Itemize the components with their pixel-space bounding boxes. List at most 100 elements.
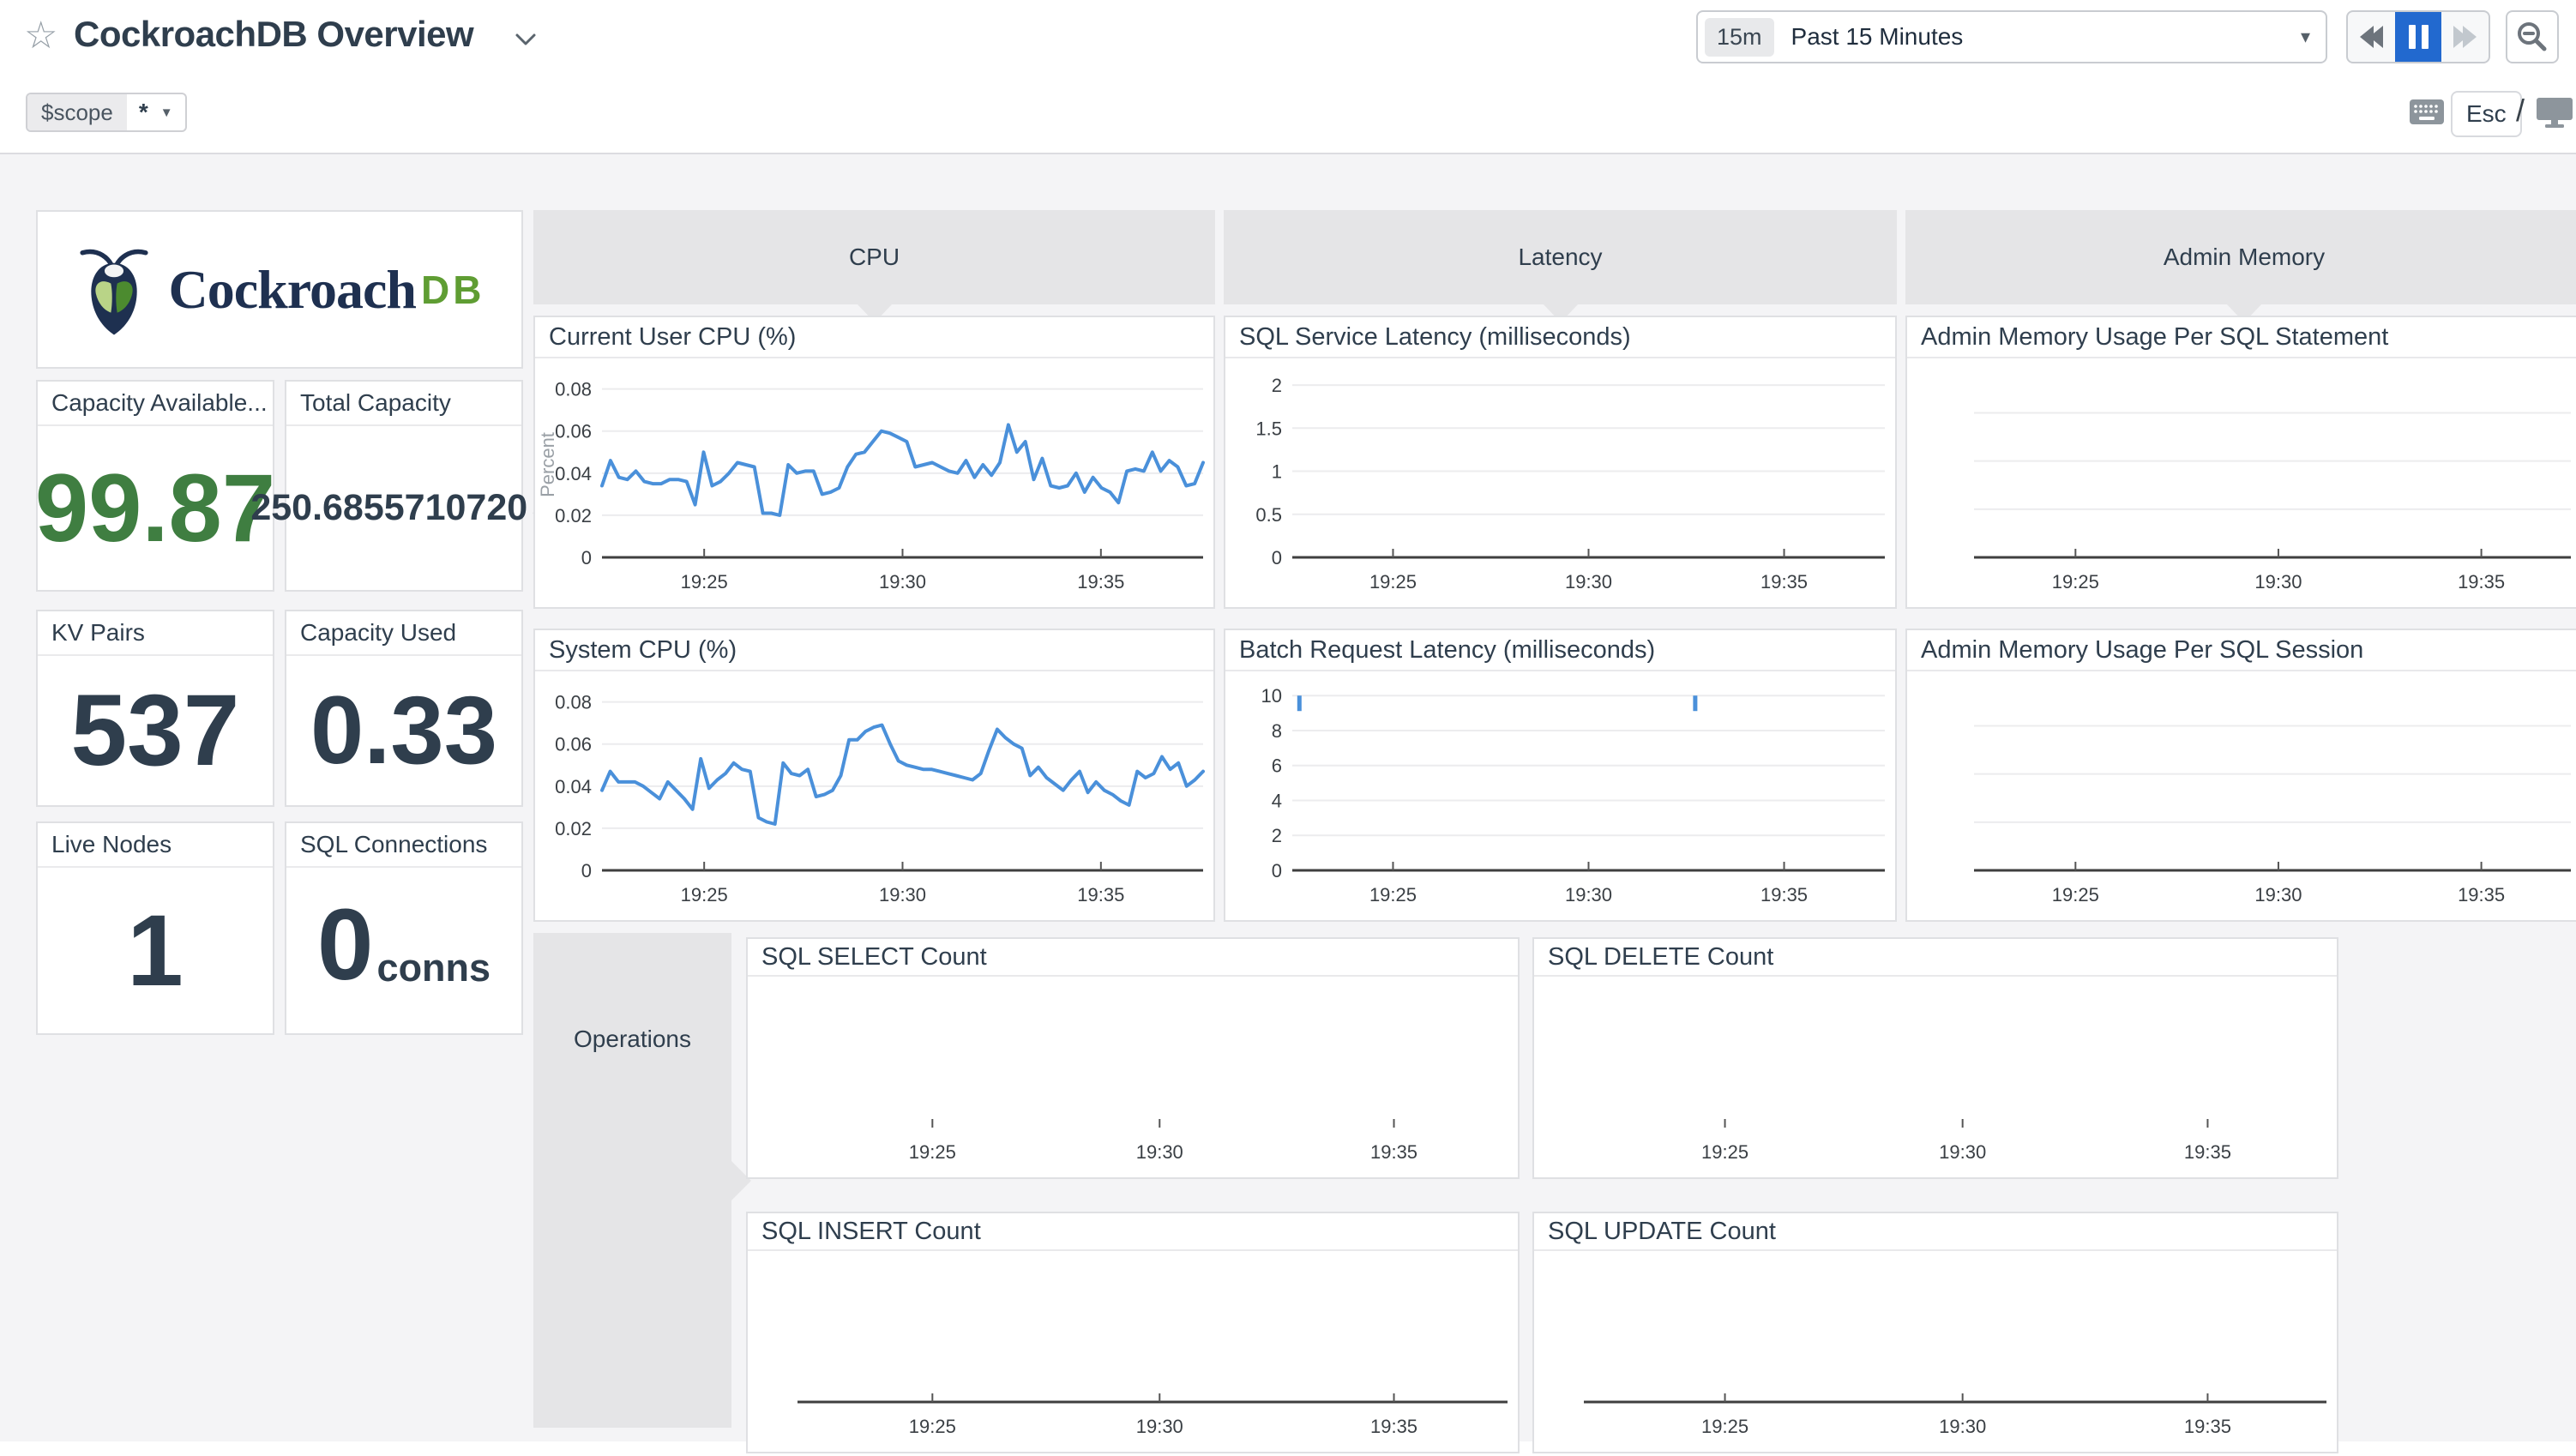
- scope-variable-name: $scope: [27, 94, 127, 130]
- chart-card-sql-select-count: SQL SELECT Count 19:2519:3019:35: [746, 937, 1520, 1179]
- svg-text:0.08: 0.08: [555, 692, 592, 713]
- svg-text:19:35: 19:35: [1370, 1416, 1417, 1437]
- scope-variable-value: *: [139, 99, 148, 126]
- chart-title: Batch Request Latency (milliseconds): [1225, 630, 1895, 671]
- chart-title: SQL INSERT Count: [748, 1213, 1518, 1251]
- svg-text:0: 0: [1272, 547, 1282, 569]
- group-header-cpu[interactable]: CPU: [533, 210, 1215, 304]
- chart-plot-sql-update-count[interactable]: 19:25 19:30 19:35: [1534, 1251, 2337, 1452]
- svg-text:8: 8: [1272, 720, 1282, 742]
- chart-plot-batch-request-latency[interactable]: 024681019:2519:3019:35: [1225, 671, 1895, 920]
- svg-text:0.06: 0.06: [555, 421, 592, 442]
- svg-text:19:30: 19:30: [2254, 884, 2302, 905]
- svg-text:19:35: 19:35: [1370, 1141, 1417, 1163]
- svg-text:19:25: 19:25: [2052, 884, 2099, 905]
- time-range-selector[interactable]: 15m Past 15 Minutes ▾: [1696, 10, 2327, 63]
- logo-wordmark: Cockroach: [169, 258, 416, 322]
- chart-card-current-user-cpu: Current User CPU (%) 00.020.040.060.0819…: [533, 316, 1215, 609]
- keyboard-shortcuts-icon[interactable]: [2410, 99, 2444, 129]
- chart-card-admin-memory-statement: Admin Memory Usage Per SQL Statement 19:…: [1905, 316, 2576, 609]
- chart-plot-sql-select-count[interactable]: 19:2519:3019:35: [748, 977, 1518, 1177]
- svg-text:19:25: 19:25: [909, 1416, 956, 1437]
- pause-button[interactable]: [2395, 12, 2442, 62]
- cockroachdb-logo-card: Cockroach DB: [36, 210, 523, 369]
- svg-text:19:30: 19:30: [879, 571, 926, 593]
- svg-text:19:25: 19:25: [1369, 571, 1417, 593]
- group-header-admin-memory[interactable]: Admin Memory: [1905, 210, 2576, 304]
- svg-text:19:35: 19:35: [2184, 1416, 2231, 1437]
- group-header-operations[interactable]: Operations: [533, 933, 731, 1428]
- group-header-latency[interactable]: Latency: [1224, 210, 1897, 304]
- svg-text:19:30: 19:30: [2254, 571, 2302, 593]
- chart-plot-sql-service-latency[interactable]: 00.511.5219:2519:3019:35: [1225, 358, 1895, 607]
- metric-card-title: Capacity Used: [286, 611, 521, 656]
- svg-text:19:35: 19:35: [1077, 571, 1124, 593]
- esc-key-button[interactable]: Esc: [2451, 91, 2522, 137]
- svg-text:19:25: 19:25: [2052, 571, 2099, 593]
- svg-text:19:35: 19:35: [2458, 571, 2505, 593]
- svg-text:19:35: 19:35: [2458, 884, 2505, 905]
- svg-text:19:30: 19:30: [1565, 571, 1612, 593]
- chart-card-sql-update-count: SQL UPDATE Count 19:2519:3019:35: [1532, 1212, 2338, 1453]
- chart-title: Admin Memory Usage Per SQL Statement: [1907, 317, 2576, 358]
- svg-text:1: 1: [1272, 461, 1282, 483]
- svg-text:19:25: 19:25: [681, 571, 728, 593]
- svg-text:19:30: 19:30: [1136, 1416, 1183, 1437]
- favorite-star-icon[interactable]: ☆: [24, 17, 57, 55]
- chart-title: System CPU (%): [535, 630, 1213, 671]
- magnifier-minus-icon: [2515, 20, 2549, 54]
- svg-text:19:25: 19:25: [1701, 1416, 1748, 1437]
- metric-card-capacity-available[interactable]: Capacity Available... 99.87: [36, 380, 274, 592]
- chart-plot-system-cpu[interactable]: 00.020.040.060.0819:2519:3019:35: [535, 671, 1213, 920]
- metric-card-title: Live Nodes: [38, 823, 273, 868]
- metric-value: 250.6855710720: [250, 490, 527, 526]
- rewind-button[interactable]: [2348, 12, 2395, 62]
- metric-card-title: Total Capacity: [286, 382, 521, 426]
- svg-text:Percent: Percent: [537, 432, 558, 497]
- fast-forward-button[interactable]: [2441, 12, 2489, 62]
- metric-card-total-capacity[interactable]: Total Capacity 250.6855710720 GB: [285, 380, 523, 592]
- chart-title: Current User CPU (%): [535, 317, 1213, 358]
- svg-text:0.02: 0.02: [555, 818, 592, 839]
- fullscreen-monitor-icon[interactable]: [2537, 98, 2573, 133]
- metric-value: 99.87: [35, 460, 275, 557]
- zoom-out-button[interactable]: [2506, 10, 2559, 63]
- svg-text:19:30: 19:30: [1939, 1141, 1986, 1163]
- metric-value: 537: [71, 680, 240, 781]
- svg-text:0.02: 0.02: [555, 505, 592, 526]
- svg-text:19:35: 19:35: [1760, 884, 1808, 905]
- svg-text:2: 2: [1272, 375, 1282, 396]
- metric-card-live-nodes[interactable]: Live Nodes 1: [36, 821, 274, 1035]
- svg-text:19:35: 19:35: [2184, 1141, 2231, 1163]
- chart-plot-sql-delete-count[interactable]: 19:2519:3019:35: [1534, 977, 2337, 1177]
- chart-card-sql-insert-count: SQL INSERT Count 19:25 19:30 19:35: [746, 1212, 1520, 1453]
- chart-card-system-cpu: System CPU (%) 00.020.040.060.0819:2519:…: [533, 629, 1215, 922]
- time-range-caret-icon: ▾: [2301, 26, 2310, 48]
- title-dropdown-chevron-icon[interactable]: [515, 33, 537, 51]
- metric-unit: conns: [377, 946, 491, 990]
- svg-text:19:35: 19:35: [1760, 571, 1808, 593]
- chart-plot-admin-memory-session[interactable]: 19:25 19:30 19:35: [1907, 671, 2576, 920]
- metric-card-capacity-used[interactable]: Capacity Used 0.33: [285, 610, 523, 807]
- metric-card-kv-pairs[interactable]: KV Pairs 537: [36, 610, 274, 807]
- metric-value: 1: [127, 900, 184, 1002]
- metric-card-sql-connections[interactable]: SQL Connections 0 conns: [285, 821, 523, 1035]
- time-range-label: Past 15 Minutes: [1791, 23, 1964, 51]
- svg-text:0: 0: [581, 860, 592, 881]
- chart-plot-sql-insert-count[interactable]: 19:25 19:30 19:35: [748, 1251, 1518, 1452]
- svg-text:0.5: 0.5: [1255, 504, 1282, 526]
- svg-text:19:30: 19:30: [1939, 1416, 1986, 1437]
- template-variable-scope[interactable]: $scope *▼: [26, 93, 187, 132]
- svg-text:10: 10: [1261, 685, 1282, 707]
- cockroach-bug-icon: [75, 242, 153, 338]
- metric-value: 0: [317, 894, 374, 996]
- pause-icon: [2409, 25, 2416, 49]
- slash-shortcut-label: /: [2516, 93, 2525, 129]
- svg-text:19:25: 19:25: [681, 884, 728, 905]
- chart-plot-current-user-cpu[interactable]: 00.020.040.060.0819:2519:3019:35Percent: [535, 358, 1213, 607]
- svg-text:19:30: 19:30: [1136, 1141, 1183, 1163]
- svg-text:2: 2: [1272, 825, 1282, 846]
- time-range-badge: 15m: [1705, 18, 1774, 57]
- chart-title: Admin Memory Usage Per SQL Session: [1907, 630, 2576, 671]
- chart-plot-admin-memory-statement[interactable]: 19:25 19:30 19:35: [1907, 358, 2576, 607]
